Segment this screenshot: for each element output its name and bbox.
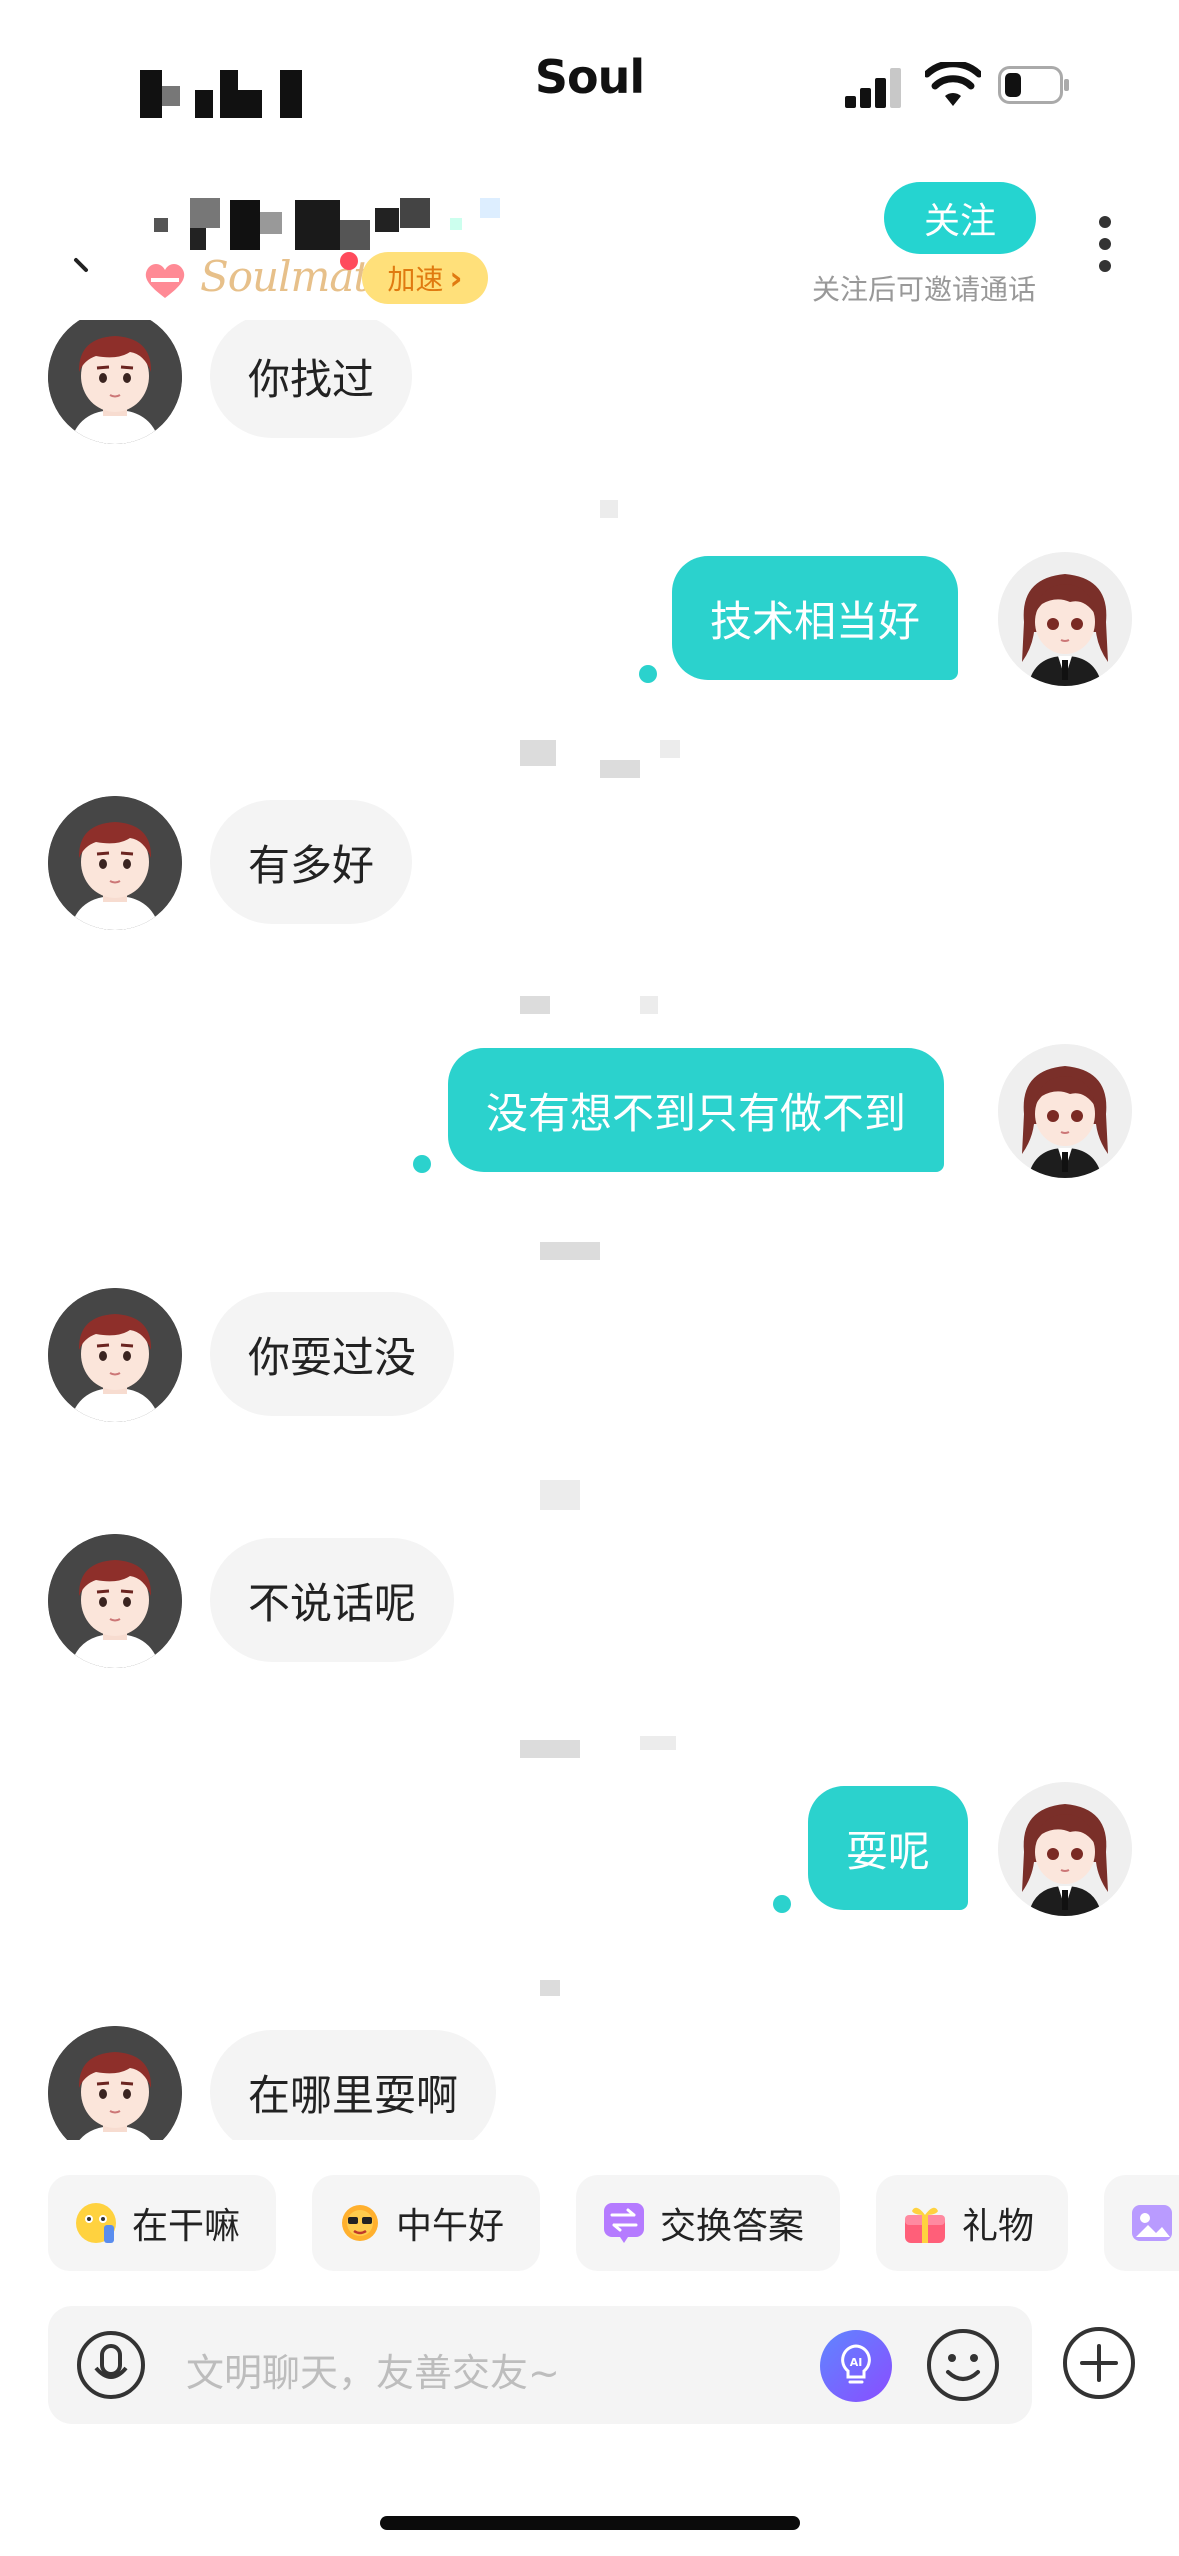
follow-button[interactable]: 关注 [884, 182, 1036, 254]
soulmate-heart-icon [145, 264, 185, 298]
thinking-emoji-icon [76, 2203, 116, 2243]
emoji-icon[interactable] [926, 2328, 1000, 2402]
message-list[interactable]: 你找过 技术相当好 有多好 没有想不到只有做不到 你耍过没 不说话呢 耍呢 在哪… [0, 320, 1179, 2140]
follow-hint: 关注后可邀请通话 [811, 273, 1036, 306]
back-icon[interactable] [68, 250, 98, 290]
timestamp-pixelated [520, 996, 550, 1014]
message-bubble-in[interactable]: 不说话呢 [210, 1538, 455, 1662]
speedup-label: 加速 [387, 263, 444, 296]
quick-reply-chip-partial[interactable] [1104, 2175, 1179, 2271]
plus-icon[interactable] [1062, 2326, 1136, 2400]
timestamp-pixelated [520, 740, 556, 766]
timestamp-pixelated [540, 1242, 600, 1260]
home-indicator[interactable] [380, 2516, 800, 2530]
timestamp-pixelated [600, 760, 640, 778]
quick-reply-chip[interactable]: 中午好 [312, 2175, 540, 2271]
message-input[interactable]: 文明聊天，友善交友~ [186, 2342, 560, 2397]
quick-reply-chip[interactable]: 礼物 [876, 2175, 1068, 2271]
quick-reply-bar: 在干嘛 中午好 交换答案 礼物 [0, 2175, 1179, 2275]
mic-icon[interactable] [76, 2330, 146, 2400]
chevron-right-icon: › [449, 259, 463, 297]
gift-icon [905, 2207, 945, 2243]
quick-reply-chip[interactable]: 在干嘛 [48, 2175, 276, 2271]
message-bubble-in[interactable]: 你耍过没 [210, 1292, 455, 1416]
quick-reply-label: 交换答案 [660, 2206, 805, 2247]
timestamp-pixelated [600, 500, 618, 518]
sent-status-dot [773, 1895, 791, 1913]
sent-status-dot [639, 665, 657, 683]
timestamp-pixelated [540, 1980, 560, 1996]
photo-icon [1132, 2205, 1172, 2241]
message-input-bar: 文明聊天，友善交友~ AI [48, 2306, 1032, 2424]
message-bubble-in[interactable]: 你找过 [210, 320, 413, 438]
message-bubble-in[interactable]: 有多好 [210, 800, 413, 924]
signal-icon [845, 68, 901, 108]
ai-icon[interactable]: AI [820, 2330, 892, 2402]
message-bubble-out[interactable]: 耍呢 [808, 1786, 969, 1910]
quick-reply-label: 在干嘛 [132, 2206, 241, 2247]
status-bar: Soul [0, 0, 1179, 160]
sun-sunglasses-icon [342, 2205, 378, 2241]
quick-reply-chip[interactable]: 交换答案 [576, 2175, 840, 2271]
message-bubble-out[interactable]: 没有想不到只有做不到 [448, 1048, 945, 1172]
speedup-button[interactable]: 加速 › [362, 252, 488, 304]
sent-status-dot [413, 1155, 431, 1173]
contact-avatar[interactable] [48, 1288, 182, 1422]
timestamp-pixelated [640, 996, 658, 1014]
timestamp-pixelated [640, 1736, 676, 1750]
quick-reply-label: 中午好 [396, 2206, 505, 2247]
self-avatar[interactable] [998, 1782, 1132, 1916]
contact-name-pixelated [150, 198, 610, 250]
message-bubble-in[interactable]: 在哪里耍啊 [210, 2030, 497, 2140]
wifi-icon [925, 62, 981, 106]
self-avatar[interactable] [998, 1044, 1132, 1178]
more-icon[interactable] [1090, 216, 1120, 286]
chat-header: Soulmate 加速 › 关注 关注后可邀请通话 [0, 170, 1179, 320]
svg-text:AI: AI [850, 2356, 863, 2369]
contact-avatar[interactable] [48, 1534, 182, 1668]
contact-avatar[interactable] [48, 796, 182, 930]
timestamp-pixelated [540, 1480, 580, 1510]
swap-icon [604, 2203, 644, 2243]
timestamp-pixelated [520, 1740, 580, 1758]
timestamp-pixelated [660, 740, 680, 758]
self-avatar[interactable] [998, 552, 1132, 686]
contact-avatar[interactable] [48, 2026, 182, 2140]
message-bubble-out[interactable]: 技术相当好 [672, 556, 959, 680]
battery-icon [998, 66, 1069, 104]
notification-dot [340, 252, 358, 270]
contact-avatar[interactable] [48, 320, 182, 444]
quick-reply-label: 礼物 [962, 2206, 1035, 2247]
